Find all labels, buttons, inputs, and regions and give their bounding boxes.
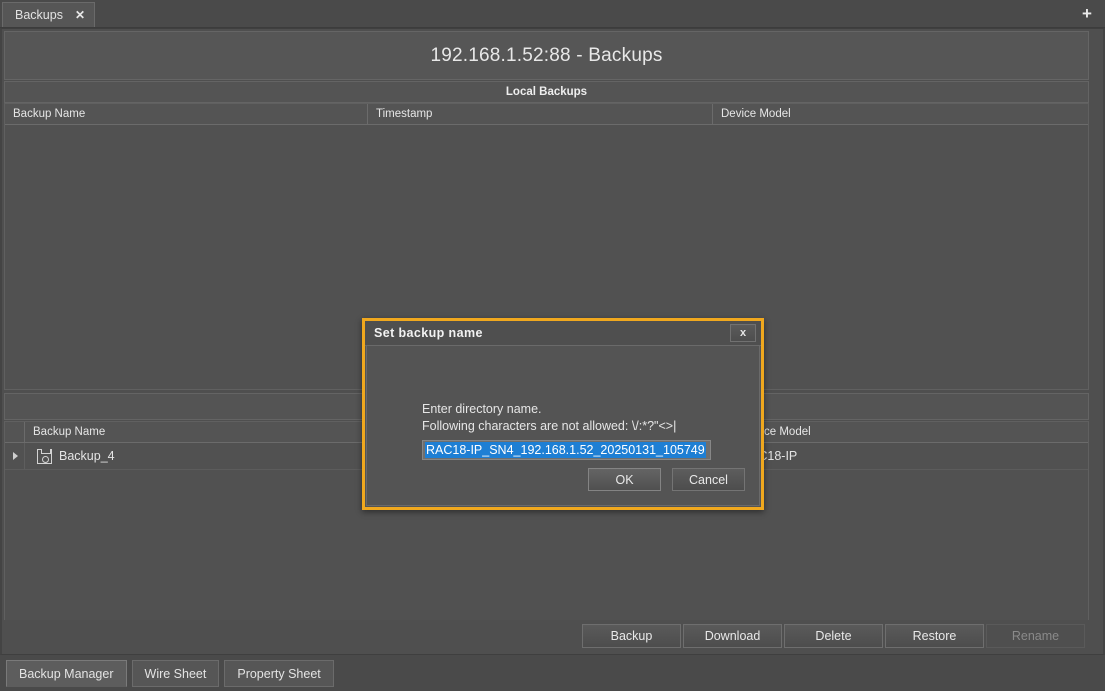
- cell-device-model: RAC18-IP: [733, 443, 1088, 469]
- dialog-button-row: OK Cancel: [588, 468, 745, 491]
- action-button-bar: Backup Download Delete Restore Rename: [4, 620, 1089, 652]
- close-icon[interactable]: x: [730, 324, 756, 342]
- download-button[interactable]: Download: [683, 624, 782, 648]
- bottom-tab-bar: Backup Manager Wire Sheet Property Sheet: [0, 655, 1105, 691]
- column-header-device-model[interactable]: Device Model: [713, 104, 1088, 124]
- dialog-body: Enter directory name. Following characte…: [366, 346, 760, 506]
- set-backup-name-dialog: Set backup name x Enter directory name. …: [362, 318, 764, 510]
- delete-button[interactable]: Delete: [784, 624, 883, 648]
- row-expander-cell[interactable]: [5, 443, 25, 469]
- table-header-row: Backup Name Timestamp Device Model: [5, 104, 1088, 125]
- floppy-disk-icon: [37, 449, 52, 464]
- restore-button[interactable]: Restore: [885, 624, 984, 648]
- backup-button[interactable]: Backup: [582, 624, 681, 648]
- page-title: 192.168.1.52:88 - Backups: [4, 31, 1089, 80]
- application-window: Backups ✕ + 192.168.1.52:88 - Backups Lo…: [0, 0, 1105, 691]
- backup-name-input-value: RAC18-IP_SN4_192.168.1.52_20250131_10574…: [425, 442, 706, 458]
- column-header-backup-name[interactable]: Backup Name: [25, 422, 388, 442]
- tab-wire-sheet[interactable]: Wire Sheet: [132, 660, 220, 687]
- column-header-device-model[interactable]: Device Model: [733, 422, 1088, 442]
- column-header-timestamp[interactable]: Timestamp: [368, 104, 713, 124]
- backup-name-text: Backup_4: [59, 449, 115, 463]
- tab-backup-manager[interactable]: Backup Manager: [6, 660, 127, 687]
- add-tab-button[interactable]: +: [1078, 5, 1096, 23]
- expand-arrow-icon[interactable]: [13, 452, 18, 460]
- column-header-expander: [5, 422, 25, 442]
- local-backups-header: Local Backups: [4, 81, 1089, 103]
- close-icon[interactable]: ✕: [75, 9, 85, 21]
- ok-button[interactable]: OK: [588, 468, 661, 491]
- cell-backup-name: Backup_4: [25, 443, 388, 469]
- backup-name-input[interactable]: RAC18-IP_SN4_192.168.1.52_20250131_10574…: [422, 440, 711, 460]
- cancel-button[interactable]: Cancel: [672, 468, 745, 491]
- dialog-message: Enter directory name. Following characte…: [422, 401, 676, 435]
- column-header-backup-name[interactable]: Backup Name: [5, 104, 368, 124]
- dialog-title-bar: Set backup name x: [365, 321, 761, 346]
- tab-backups[interactable]: Backups ✕: [2, 2, 95, 27]
- tab-label: Backups: [15, 8, 63, 22]
- tab-bar: Backups ✕ +: [0, 0, 1105, 28]
- rename-button: Rename: [986, 624, 1085, 648]
- dialog-title: Set backup name: [374, 326, 483, 340]
- tab-property-sheet[interactable]: Property Sheet: [224, 660, 333, 687]
